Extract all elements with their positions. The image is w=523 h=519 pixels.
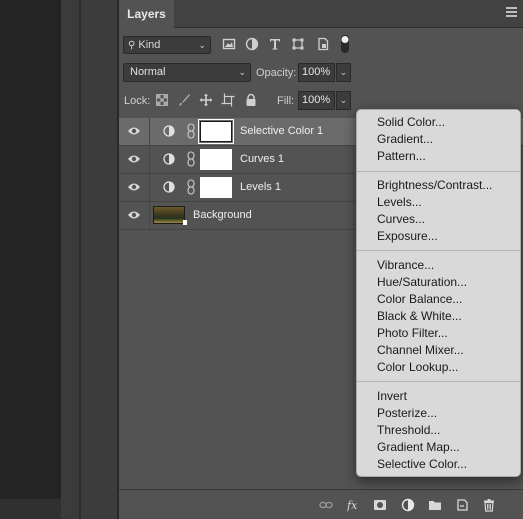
lock-all-icon[interactable] (244, 93, 258, 107)
add-mask-icon[interactable] (373, 498, 387, 512)
eye-icon[interactable] (127, 126, 141, 136)
adjustment-layer-icon (163, 125, 175, 137)
blend-mode-value: Normal (130, 66, 166, 78)
panel-menu-icon[interactable] (506, 7, 517, 19)
link-layers-icon[interactable] (319, 498, 333, 512)
eye-icon[interactable] (127, 182, 141, 192)
adjustment-layer-icon (163, 153, 175, 165)
new-adjustment-layer-icon[interactable] (401, 498, 415, 512)
menu-item-posterize[interactable]: Posterize... (377, 405, 437, 422)
lock-label: Lock: (124, 95, 151, 107)
menu-item-gradient[interactable]: Gradient... (377, 131, 433, 148)
type-layer-filter-icon[interactable] (268, 37, 282, 51)
layers-bottom-toolbar: fx (119, 489, 523, 519)
menu-item-solid-color[interactable]: Solid Color... (377, 114, 445, 131)
fill-input[interactable]: 100% (298, 91, 335, 110)
filter-toggle-icon[interactable] (340, 34, 350, 54)
menu-separator (357, 381, 520, 382)
opacity-dropdown-button[interactable]: ⌄ (336, 63, 351, 82)
pixel-layer-filter-icon[interactable] (222, 37, 236, 51)
tab-layers[interactable]: Layers (119, 0, 174, 28)
visibility-column (119, 174, 150, 201)
layer-name: Curves 1 (240, 153, 285, 165)
search-icon: ⚲ (128, 40, 136, 51)
layer-name: Background (193, 209, 252, 221)
blend-mode-select[interactable]: Normal ⌄ (123, 63, 251, 82)
chevron-down-icon: ⌄ (198, 40, 206, 50)
link-chain-icon[interactable] (187, 123, 195, 139)
eye-icon[interactable] (127, 154, 141, 164)
menu-item-black-white[interactable]: Black & White... (377, 308, 462, 325)
layer-mask-thumbnail[interactable] (200, 177, 232, 198)
menu-item-hue-saturation[interactable]: Hue/Saturation... (377, 274, 467, 291)
menu-item-threshold[interactable]: Threshold... (377, 422, 440, 439)
menu-item-exposure[interactable]: Exposure... (377, 228, 438, 245)
shape-layer-filter-icon[interactable] (291, 37, 305, 51)
fill-label: Fill: (277, 95, 295, 107)
visibility-column (119, 118, 150, 145)
menu-item-photo-filter[interactable]: Photo Filter... (377, 325, 448, 342)
menu-separator (357, 171, 520, 172)
opacity-label: Opacity: (256, 67, 297, 79)
lock-artboard-icon[interactable] (221, 93, 235, 107)
filter-kind-label: Kind (138, 39, 161, 51)
new-group-icon[interactable] (428, 498, 442, 512)
fill-dropdown-button[interactable]: ⌄ (336, 91, 351, 110)
canvas-bottom-edge (0, 499, 61, 519)
panel-dock-strip (81, 0, 118, 519)
new-layer-icon[interactable] (455, 498, 469, 512)
layer-mask-thumbnail[interactable] (200, 149, 232, 170)
menu-item-pattern[interactable]: Pattern... (377, 148, 426, 165)
chevron-down-icon: ⌄ (238, 67, 246, 77)
fx-icon[interactable]: fx (347, 498, 361, 512)
menu-item-channel-mixer[interactable]: Channel Mixer... (377, 342, 464, 359)
menu-item-color-balance[interactable]: Color Balance... (377, 291, 462, 308)
layer-mask-thumbnail[interactable] (198, 119, 234, 144)
link-chain-icon[interactable] (187, 151, 195, 167)
visibility-column (119, 202, 150, 229)
menu-item-brightness-contrast[interactable]: Brightness/Contrast... (377, 177, 492, 194)
link-chain-icon[interactable] (187, 179, 195, 195)
eye-icon[interactable] (127, 210, 141, 220)
menu-item-curves[interactable]: Curves... (377, 211, 425, 228)
lock-image-pixels-icon[interactable] (177, 93, 191, 107)
adjustment-layer-icon (163, 181, 175, 193)
menu-item-color-lookup[interactable]: Color Lookup... (377, 359, 458, 376)
background-thumbnail[interactable] (153, 206, 187, 225)
menu-item-levels[interactable]: Levels... (377, 194, 422, 211)
panel-header: Layers (119, 0, 523, 28)
trash-icon[interactable] (482, 498, 496, 512)
adjustment-layer-filter-icon[interactable] (245, 37, 259, 51)
menu-item-invert[interactable]: Invert (377, 388, 407, 405)
workspace-gutter (61, 0, 79, 519)
menu-separator (357, 250, 520, 251)
opacity-input[interactable]: 100% (298, 63, 335, 82)
layer-name: Levels 1 (240, 181, 281, 193)
lock-position-icon[interactable] (199, 93, 213, 107)
adjustment-layer-menu: Solid Color... Gradient... Pattern... Br… (356, 109, 521, 477)
lock-transparent-pixels-icon[interactable] (155, 93, 169, 107)
layer-name: Selective Color 1 (240, 125, 324, 137)
menu-item-gradient-map[interactable]: Gradient Map... (377, 439, 460, 456)
smart-object-filter-icon[interactable] (316, 37, 330, 51)
menu-item-vibrance[interactable]: Vibrance... (377, 257, 434, 274)
document-canvas-area (0, 0, 60, 499)
visibility-column (119, 146, 150, 173)
menu-item-selective-color[interactable]: Selective Color... (377, 456, 467, 473)
svg-text:fx: fx (347, 499, 358, 512)
filter-kind-select[interactable]: ⚲ Kind ⌄ (123, 36, 211, 54)
